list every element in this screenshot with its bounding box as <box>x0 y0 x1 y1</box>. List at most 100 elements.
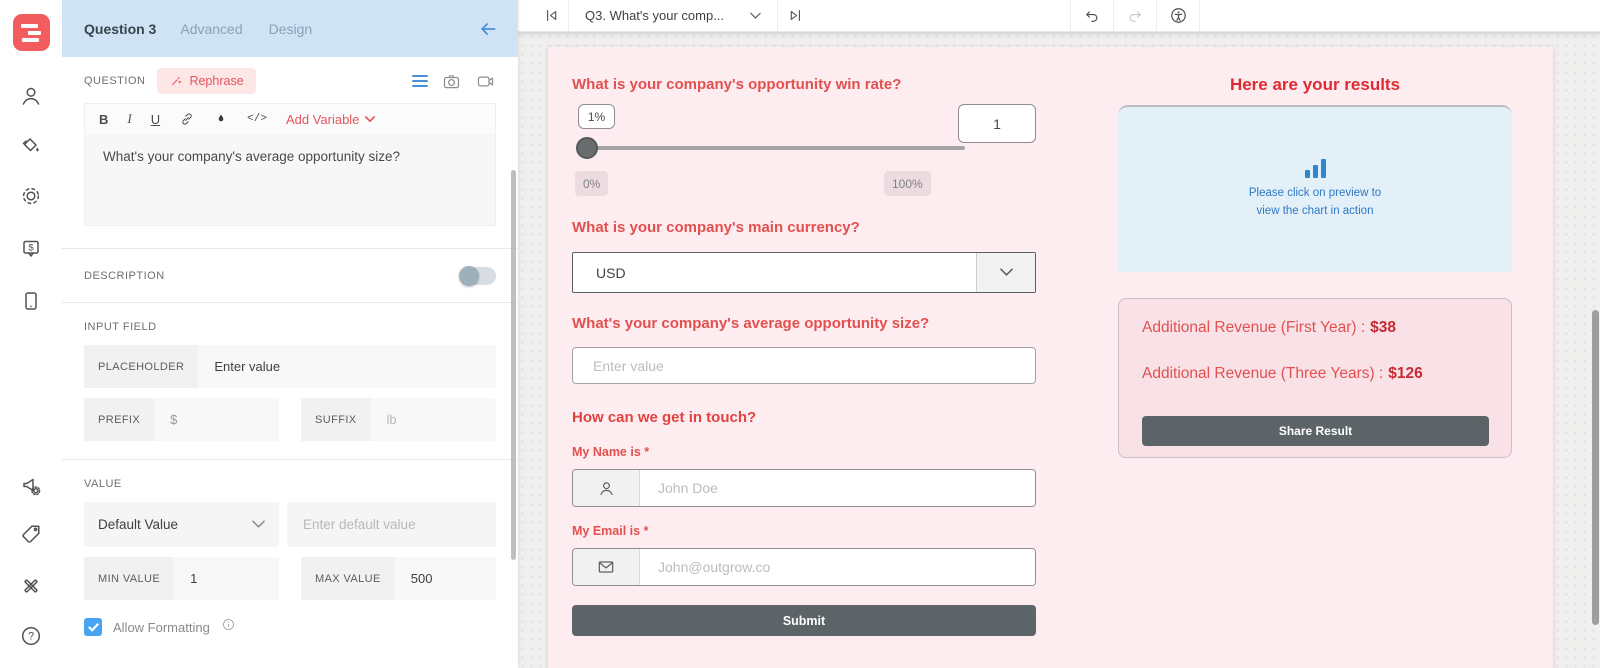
camera-icon[interactable] <box>441 71 462 92</box>
person-icon <box>573 470 640 506</box>
svg-text:$: $ <box>28 243 34 254</box>
placeholder-input[interactable] <box>198 359 496 374</box>
contact-heading: How can we get in touch? <box>572 409 756 426</box>
accessibility-icon[interactable] <box>1157 0 1199 32</box>
link-icon[interactable] <box>179 111 195 127</box>
question-config-panel: Question 3 Advanced Design QUESTION Reph… <box>62 0 518 668</box>
email-input[interactable] <box>640 549 1035 585</box>
panel-header: Question 3 Advanced Design <box>62 0 518 57</box>
svg-text:?: ? <box>28 631 34 643</box>
description-toggle[interactable] <box>460 267 496 285</box>
description-label: DESCRIPTION <box>84 270 165 282</box>
result-row-first-year: Additional Revenue (First Year) :$38 <box>1142 319 1396 337</box>
magic-wand-icon <box>169 74 183 88</box>
tab-question-3[interactable]: Question 3 <box>84 21 156 37</box>
min-value-input[interactable] <box>174 571 279 586</box>
prefix-row: PREFIX <box>84 398 279 441</box>
value-label: VALUE <box>84 460 496 502</box>
bold-button[interactable]: B <box>99 112 108 127</box>
currency-question: What is your company's main currency? <box>572 219 860 236</box>
left-icon-rail: $ ? <box>0 0 62 668</box>
win-rate-slider-handle[interactable] <box>576 137 598 159</box>
chart-placeholder-note: Please click on preview to view the char… <box>1249 185 1381 220</box>
panel-scrollbar[interactable] <box>511 170 516 560</box>
slider-min-label: 0% <box>575 171 608 196</box>
default-value-select[interactable]: Default Value <box>84 502 279 547</box>
prefix-input[interactable] <box>154 412 279 427</box>
max-value-input[interactable] <box>395 571 496 586</box>
page-scrollbar[interactable] <box>1592 310 1599 625</box>
preview-stage: What is your company's opportunity win r… <box>518 32 1600 668</box>
win-rate-question: What is your company's opportunity win r… <box>572 76 901 93</box>
undo-icon[interactable] <box>1071 0 1113 32</box>
suffix-row: SUFFIX <box>301 398 496 441</box>
max-value-label: MAX VALUE <box>301 557 395 600</box>
paint-bucket-icon[interactable] <box>17 132 45 160</box>
profile-icon[interactable] <box>17 82 45 110</box>
caret-down-icon <box>365 116 375 123</box>
allow-formatting-label: Allow Formatting <box>113 620 210 635</box>
name-field-label: My Name is * <box>572 445 649 459</box>
info-icon[interactable] <box>221 617 236 637</box>
media-menu-icon[interactable] <box>412 75 428 87</box>
placeholder-row: PLACEHOLDER <box>84 345 496 388</box>
chevron-down-icon <box>750 12 761 20</box>
italic-button[interactable]: I <box>127 111 131 127</box>
app-window: $ ? Question 3 Advanced Design <box>0 0 1600 668</box>
promote-icon[interactable] <box>17 472 45 500</box>
video-icon[interactable] <box>475 71 496 92</box>
name-field <box>572 469 1036 507</box>
question-label: QUESTION <box>84 75 145 87</box>
redo-icon[interactable] <box>1114 0 1156 32</box>
value-section: VALUE Default Value MIN VALUE MAX VALUE <box>62 460 518 651</box>
email-field-label: My Email is * <box>572 524 648 538</box>
allow-formatting-checkbox[interactable] <box>84 618 102 636</box>
name-input[interactable] <box>640 470 1035 506</box>
tab-advanced[interactable]: Advanced <box>180 21 242 37</box>
help-icon[interactable]: ? <box>17 622 45 650</box>
previous-question-icon[interactable] <box>534 0 568 32</box>
customize-tools-icon[interactable] <box>17 572 45 600</box>
opportunity-size-question: What's your company's average opportunit… <box>572 315 929 332</box>
chevron-down-icon <box>252 520 265 529</box>
min-value-row: MIN VALUE <box>84 557 279 600</box>
tab-design[interactable]: Design <box>269 21 313 37</box>
add-variable-button[interactable]: Add Variable <box>286 112 375 127</box>
slider-tooltip: 1% <box>578 104 615 129</box>
mobile-preview-icon[interactable] <box>17 287 45 315</box>
outgrow-logo-icon[interactable] <box>13 14 50 51</box>
description-section: DESCRIPTION <box>62 249 518 302</box>
slider-max-label: 100% <box>884 171 931 196</box>
submit-button[interactable]: Submit <box>572 605 1036 636</box>
opportunity-size-input[interactable] <box>572 347 1036 384</box>
max-value-row: MAX VALUE <box>301 557 496 600</box>
code-view-button[interactable]: </> <box>247 113 267 125</box>
win-rate-number-input[interactable] <box>958 104 1036 143</box>
check-icon <box>88 623 99 632</box>
currency-select[interactable]: USD <box>572 252 1036 293</box>
pricing-tag-icon[interactable] <box>17 520 45 548</box>
suffix-label: SUFFIX <box>301 398 371 441</box>
next-question-icon[interactable] <box>778 0 812 32</box>
suffix-input[interactable] <box>371 412 496 427</box>
win-rate-slider-track[interactable] <box>578 146 965 150</box>
question-selector-dropdown[interactable]: Q3. What's your comp... <box>569 0 777 32</box>
text-color-droplet-icon[interactable] <box>214 112 228 126</box>
underline-button[interactable]: U <box>151 112 160 127</box>
chart-placeholder[interactable]: Please click on preview to view the char… <box>1118 105 1512 272</box>
share-result-button[interactable]: Share Result <box>1142 416 1489 446</box>
payments-icon[interactable]: $ <box>17 235 45 263</box>
envelope-icon <box>573 549 640 585</box>
chevron-down-icon <box>1000 268 1013 277</box>
settings-gear-icon[interactable] <box>17 182 45 210</box>
text-format-toolbar: B I U </> Add Variable <box>84 103 496 134</box>
question-text-editor[interactable]: What's your company's average opportunit… <box>84 134 496 226</box>
preview-toolbar: Q3. What's your comp... <box>518 0 1600 32</box>
question-section: QUESTION Rephrase B I U </> <box>62 59 518 248</box>
select-chevron-area <box>976 253 1035 292</box>
email-field <box>572 548 1036 586</box>
default-value-input[interactable] <box>287 502 496 547</box>
rephrase-button[interactable]: Rephrase <box>157 68 255 94</box>
min-value-label: MIN VALUE <box>84 557 174 600</box>
back-arrow-icon[interactable] <box>478 19 498 39</box>
